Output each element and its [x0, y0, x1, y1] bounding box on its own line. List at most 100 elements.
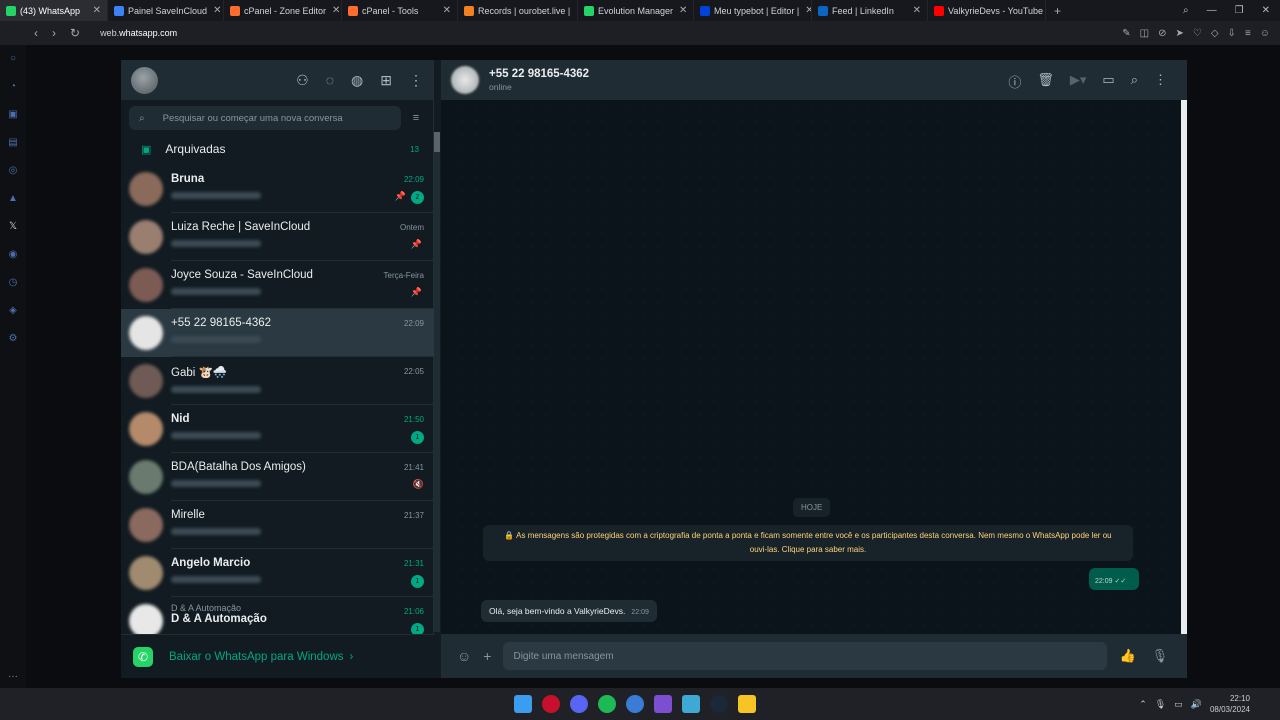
channels-icon[interactable]: ◍: [351, 72, 363, 89]
heart-icon[interactable]: ♡: [1193, 28, 1202, 39]
x-icon[interactable]: 𝕏: [9, 221, 17, 232]
download-banner[interactable]: ✆ Baixar o WhatsApp para Windows ›: [121, 634, 434, 678]
close-tab-icon[interactable]: ✕: [437, 5, 451, 16]
maximize-icon[interactable]: ❐: [1235, 5, 1244, 16]
filter-icon[interactable]: ≡: [407, 112, 425, 124]
search-messages-icon[interactable]: ⌕: [1131, 72, 1138, 91]
mic-tray-icon[interactable]: 🎙: [1155, 699, 1166, 710]
volume-icon[interactable]: 🔊: [1191, 699, 1202, 710]
opera-taskbar-icon[interactable]: [542, 695, 560, 713]
status-icon[interactable]: ◌: [326, 72, 334, 89]
app-icon[interactable]: [626, 695, 644, 713]
browser-tab[interactable]: Records | ourobet.live |✕: [458, 0, 578, 21]
browser-tab[interactable]: (43) WhatsApp ✕: [0, 0, 108, 21]
forward-icon[interactable]: ›: [52, 26, 56, 40]
close-tab-icon[interactable]: ✕: [87, 5, 101, 16]
menu-icon[interactable]: ≡: [1245, 28, 1251, 39]
chat-list-item[interactable]: Joyce Souza - SaveInCloud Terça-Feira 📌: [121, 261, 434, 309]
chat-list-item[interactable]: +55 22 98165-4362 22:09: [121, 309, 434, 357]
new-tab-icon[interactable]: +: [1046, 4, 1061, 18]
chat-list-item[interactable]: D & A Automação D & A Automação 21:06 1: [121, 597, 434, 634]
encryption-notice[interactable]: 🔒 As mensagens são protegidas com a crip…: [483, 525, 1133, 561]
browser-tab[interactable]: Painel SaveInCloud ✕: [108, 0, 224, 21]
player-icon[interactable]: ◉: [9, 249, 18, 260]
profile-icon[interactable]: ☺: [1260, 28, 1270, 39]
share-icon[interactable]: ✎: [1122, 28, 1130, 39]
chat-list-item[interactable]: BDA(Batalha Dos Amigos) 21:41 🔇: [121, 453, 434, 501]
url-field[interactable]: web.whatsapp.com: [100, 28, 177, 38]
browser-tab[interactable]: ValkyrieDevs - YouTube✕: [928, 0, 1046, 21]
message-area[interactable]: HOJE 🔒 As mensagens são protegidas com a…: [441, 100, 1181, 634]
close-tab-icon[interactable]: ✕: [673, 5, 687, 16]
conversation-header[interactable]: +55 22 98165-4362 online ⓘ 🗑 ▶▾ ▭ ⌕ ⋮: [441, 60, 1187, 100]
browser-tab[interactable]: Meu typebot | Editor |✕: [694, 0, 812, 21]
twitch-icon[interactable]: ▤: [8, 137, 17, 148]
camera-icon[interactable]: ◫: [1140, 28, 1149, 39]
store-icon[interactable]: ▭: [1102, 72, 1114, 91]
opera-icon[interactable]: ○: [10, 53, 16, 64]
browser-tab[interactable]: cPanel - Tools ✕: [342, 0, 458, 21]
file-explorer-icon[interactable]: [738, 695, 756, 713]
clock-icon[interactable]: ◷: [9, 277, 18, 288]
discord-icon[interactable]: [570, 695, 588, 713]
clock[interactable]: 22:10 08/03/2024: [1210, 693, 1250, 715]
notepad-icon[interactable]: [682, 695, 700, 713]
close-window-icon[interactable]: ✕: [1262, 5, 1270, 16]
video-call-icon[interactable]: ▶▾: [1070, 72, 1087, 91]
info-icon[interactable]: ⓘ: [1008, 72, 1021, 91]
chat-list-item[interactable]: Nid 21:50 1: [121, 405, 434, 453]
close-tab-icon[interactable]: ✕: [570, 5, 577, 16]
close-tab-icon[interactable]: ✕: [326, 5, 340, 16]
chat-list-item[interactable]: Gabi 🐮🌨️ 22:05: [121, 357, 434, 405]
search-input[interactable]: ⌕ Pesquisar ou começar uma nova conversa: [129, 106, 401, 130]
message-scrollbar[interactable]: [1181, 100, 1187, 634]
visual-studio-icon[interactable]: [654, 695, 672, 713]
archived-row[interactable]: ▣ Arquivadas 13: [121, 133, 433, 165]
thumbs-up-icon[interactable]: 👍: [1119, 648, 1135, 664]
box-icon[interactable]: ◈: [9, 305, 17, 316]
search-tabs-icon[interactable]: ⌕: [1183, 5, 1189, 16]
instagram-icon[interactable]: ◎: [9, 165, 18, 176]
chat-list-item[interactable]: Luiza Reche | SaveInCloud Ontem 📌: [121, 213, 434, 261]
communities-icon[interactable]: ⚇: [296, 72, 309, 89]
cube-icon[interactable]: ◇: [1211, 28, 1219, 39]
microphone-icon[interactable]: 🎙: [1152, 648, 1169, 664]
close-tab-icon[interactable]: ✕: [799, 5, 811, 16]
my-avatar[interactable]: [131, 66, 158, 94]
send-icon[interactable]: ➤: [1175, 28, 1183, 39]
settings-icon[interactable]: ⚙: [9, 333, 18, 344]
contact-avatar[interactable]: [451, 66, 479, 94]
network-icon[interactable]: ▭: [1174, 699, 1183, 710]
browser-tab[interactable]: Evolution Manager ✕: [578, 0, 694, 21]
new-chat-icon[interactable]: ⊞: [380, 72, 392, 89]
chat-list-scrollbar[interactable]: [434, 132, 440, 632]
incoming-message[interactable]: Olá, seja bem-vindo a ValkyrieDevs. 22:09: [481, 600, 657, 622]
menu-icon[interactable]: ⋮: [1154, 72, 1167, 91]
browser-tab[interactable]: Feed | LinkedIn ✕: [812, 0, 928, 21]
chevron-up-icon[interactable]: ⌃: [1139, 699, 1147, 710]
trash-icon[interactable]: 🗑: [1037, 72, 1054, 91]
browser-tab[interactable]: cPanel - Zone Editor ✕: [224, 0, 342, 21]
download-icon[interactable]: ⇩: [1228, 28, 1236, 39]
chat-list-item[interactable]: Mirelle 21:37: [121, 501, 434, 549]
close-tab-icon[interactable]: ✕: [207, 5, 221, 16]
message-input[interactable]: Digite uma mensagem: [503, 642, 1108, 670]
back-icon[interactable]: ‹: [34, 26, 38, 40]
bag-icon[interactable]: ▣: [8, 109, 17, 120]
menu-icon[interactable]: ⋮: [409, 72, 423, 89]
chat-list-item[interactable]: Bruna 22:09 2 📌: [121, 165, 434, 213]
emoji-icon[interactable]: ☺: [457, 648, 471, 664]
attach-plus-icon[interactable]: +: [483, 648, 491, 664]
more-icon[interactable]: ···: [8, 671, 18, 682]
reload-icon[interactable]: ↻: [70, 26, 80, 40]
speed-icon[interactable]: ◔: [10, 81, 16, 92]
start-icon[interactable]: [514, 695, 532, 713]
chat-list-item[interactable]: Angelo Marcio 21:31 1: [121, 549, 434, 597]
aria-icon[interactable]: ▲: [8, 193, 18, 204]
steam-icon[interactable]: [710, 695, 728, 713]
close-tab-icon[interactable]: ✕: [907, 5, 921, 16]
outgoing-message[interactable]: 22:09 ✓✓: [1089, 568, 1139, 590]
minimize-icon[interactable]: —: [1207, 5, 1217, 16]
spotify-icon[interactable]: [598, 695, 616, 713]
adblock-icon[interactable]: ⊘: [1158, 28, 1166, 39]
